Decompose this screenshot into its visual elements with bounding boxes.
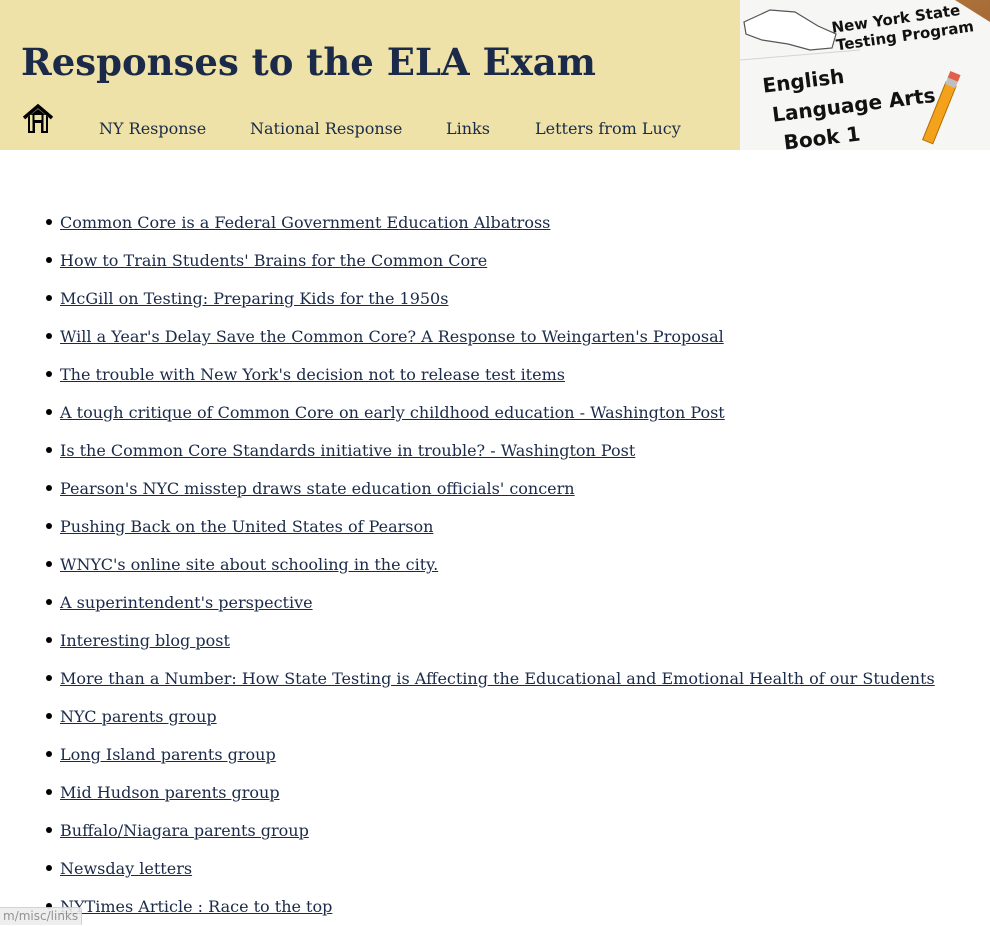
site-header: Responses to the ELA Exam NY Response Na…	[0, 0, 990, 150]
list-item: Pearson's NYC misstep draws state educat…	[0, 470, 990, 508]
bullet-icon	[46, 333, 52, 339]
house-icon	[22, 103, 54, 133]
link-item[interactable]: NYC parents group	[60, 707, 217, 726]
link-item[interactable]: A superintendent's perspective	[60, 593, 313, 612]
bullet-icon	[46, 713, 52, 719]
site-title: Responses to the ELA Exam	[21, 40, 596, 84]
link-item[interactable]: Interesting blog post	[60, 631, 230, 650]
link-item[interactable]: WNYC's online site about schooling in th…	[60, 555, 438, 574]
bullet-icon	[46, 789, 52, 795]
status-bar-url: m/misc/links	[0, 907, 83, 925]
list-item: Common Core is a Federal Government Educ…	[0, 204, 990, 242]
link-item[interactable]: Pearson's NYC misstep draws state educat…	[60, 479, 575, 498]
list-item: McGill on Testing: Preparing Kids for th…	[0, 280, 990, 318]
list-item: How to Train Students' Brains for the Co…	[0, 242, 990, 280]
list-item: Will a Year's Delay Save the Common Core…	[0, 318, 990, 356]
bullet-icon	[46, 675, 52, 681]
list-item: NYC parents group	[0, 698, 990, 736]
list-item: More than a Number: How State Testing is…	[0, 660, 990, 698]
list-item: Is the Common Core Standards initiative …	[0, 432, 990, 470]
bullet-icon	[46, 751, 52, 757]
link-item[interactable]: NYTimes Article : Race to the top	[60, 897, 332, 916]
list-item: Long Island parents group	[0, 736, 990, 774]
list-item: A superintendent's perspective	[0, 584, 990, 622]
list-item: Mid Hudson parents group	[0, 774, 990, 812]
nav-national-response[interactable]: National Response	[250, 116, 402, 142]
link-item[interactable]: The trouble with New York's decision not…	[60, 365, 565, 384]
list-item: WNYC's online site about schooling in th…	[0, 546, 990, 584]
bullet-icon	[46, 637, 52, 643]
link-item[interactable]: More than a Number: How State Testing is…	[60, 669, 935, 688]
list-item: A tough critique of Common Core on early…	[0, 394, 990, 432]
bullet-icon	[46, 485, 52, 491]
list-item: Pushing Back on the United States of Pea…	[0, 508, 990, 546]
link-item[interactable]: Mid Hudson parents group	[60, 783, 280, 802]
bullet-icon	[46, 599, 52, 605]
link-item[interactable]: Will a Year's Delay Save the Common Core…	[60, 327, 724, 346]
link-item[interactable]: Long Island parents group	[60, 745, 276, 764]
link-item[interactable]: A tough critique of Common Core on early…	[60, 403, 725, 422]
list-item: Interesting blog post	[0, 622, 990, 660]
list-item: The trouble with New York's decision not…	[0, 356, 990, 394]
bullet-icon	[46, 295, 52, 301]
home-link[interactable]	[21, 102, 55, 136]
bullet-icon	[46, 371, 52, 377]
nav-letters-from-lucy[interactable]: Letters from Lucy	[535, 116, 681, 142]
nav-ny-response[interactable]: NY Response	[99, 116, 206, 142]
link-item[interactable]: Buffalo/Niagara parents group	[60, 821, 309, 840]
bullet-icon	[46, 257, 52, 263]
bullet-icon	[46, 523, 52, 529]
link-item[interactable]: Pushing Back on the United States of Pea…	[60, 517, 433, 536]
links-list: Common Core is a Federal Government Educ…	[0, 204, 990, 926]
list-item: Buffalo/Niagara parents group	[0, 812, 990, 850]
link-item[interactable]: McGill on Testing: Preparing Kids for th…	[60, 289, 448, 308]
link-item[interactable]: Newsday letters	[60, 859, 192, 878]
list-item: Newsday letters	[0, 850, 990, 888]
bullet-icon	[46, 561, 52, 567]
bullet-icon	[46, 827, 52, 833]
link-item[interactable]: Is the Common Core Standards initiative …	[60, 441, 635, 460]
bullet-icon	[46, 409, 52, 415]
header-banner-image: New York State Testing Program English L…	[740, 0, 990, 150]
bullet-icon	[46, 219, 52, 225]
link-item[interactable]: How to Train Students' Brains for the Co…	[60, 251, 487, 270]
list-item: NYTimes Article : Race to the top	[0, 888, 990, 926]
bullet-icon	[46, 447, 52, 453]
bullet-icon	[46, 865, 52, 871]
link-item[interactable]: Common Core is a Federal Government Educ…	[60, 213, 550, 232]
nav-links[interactable]: Links	[446, 116, 490, 142]
